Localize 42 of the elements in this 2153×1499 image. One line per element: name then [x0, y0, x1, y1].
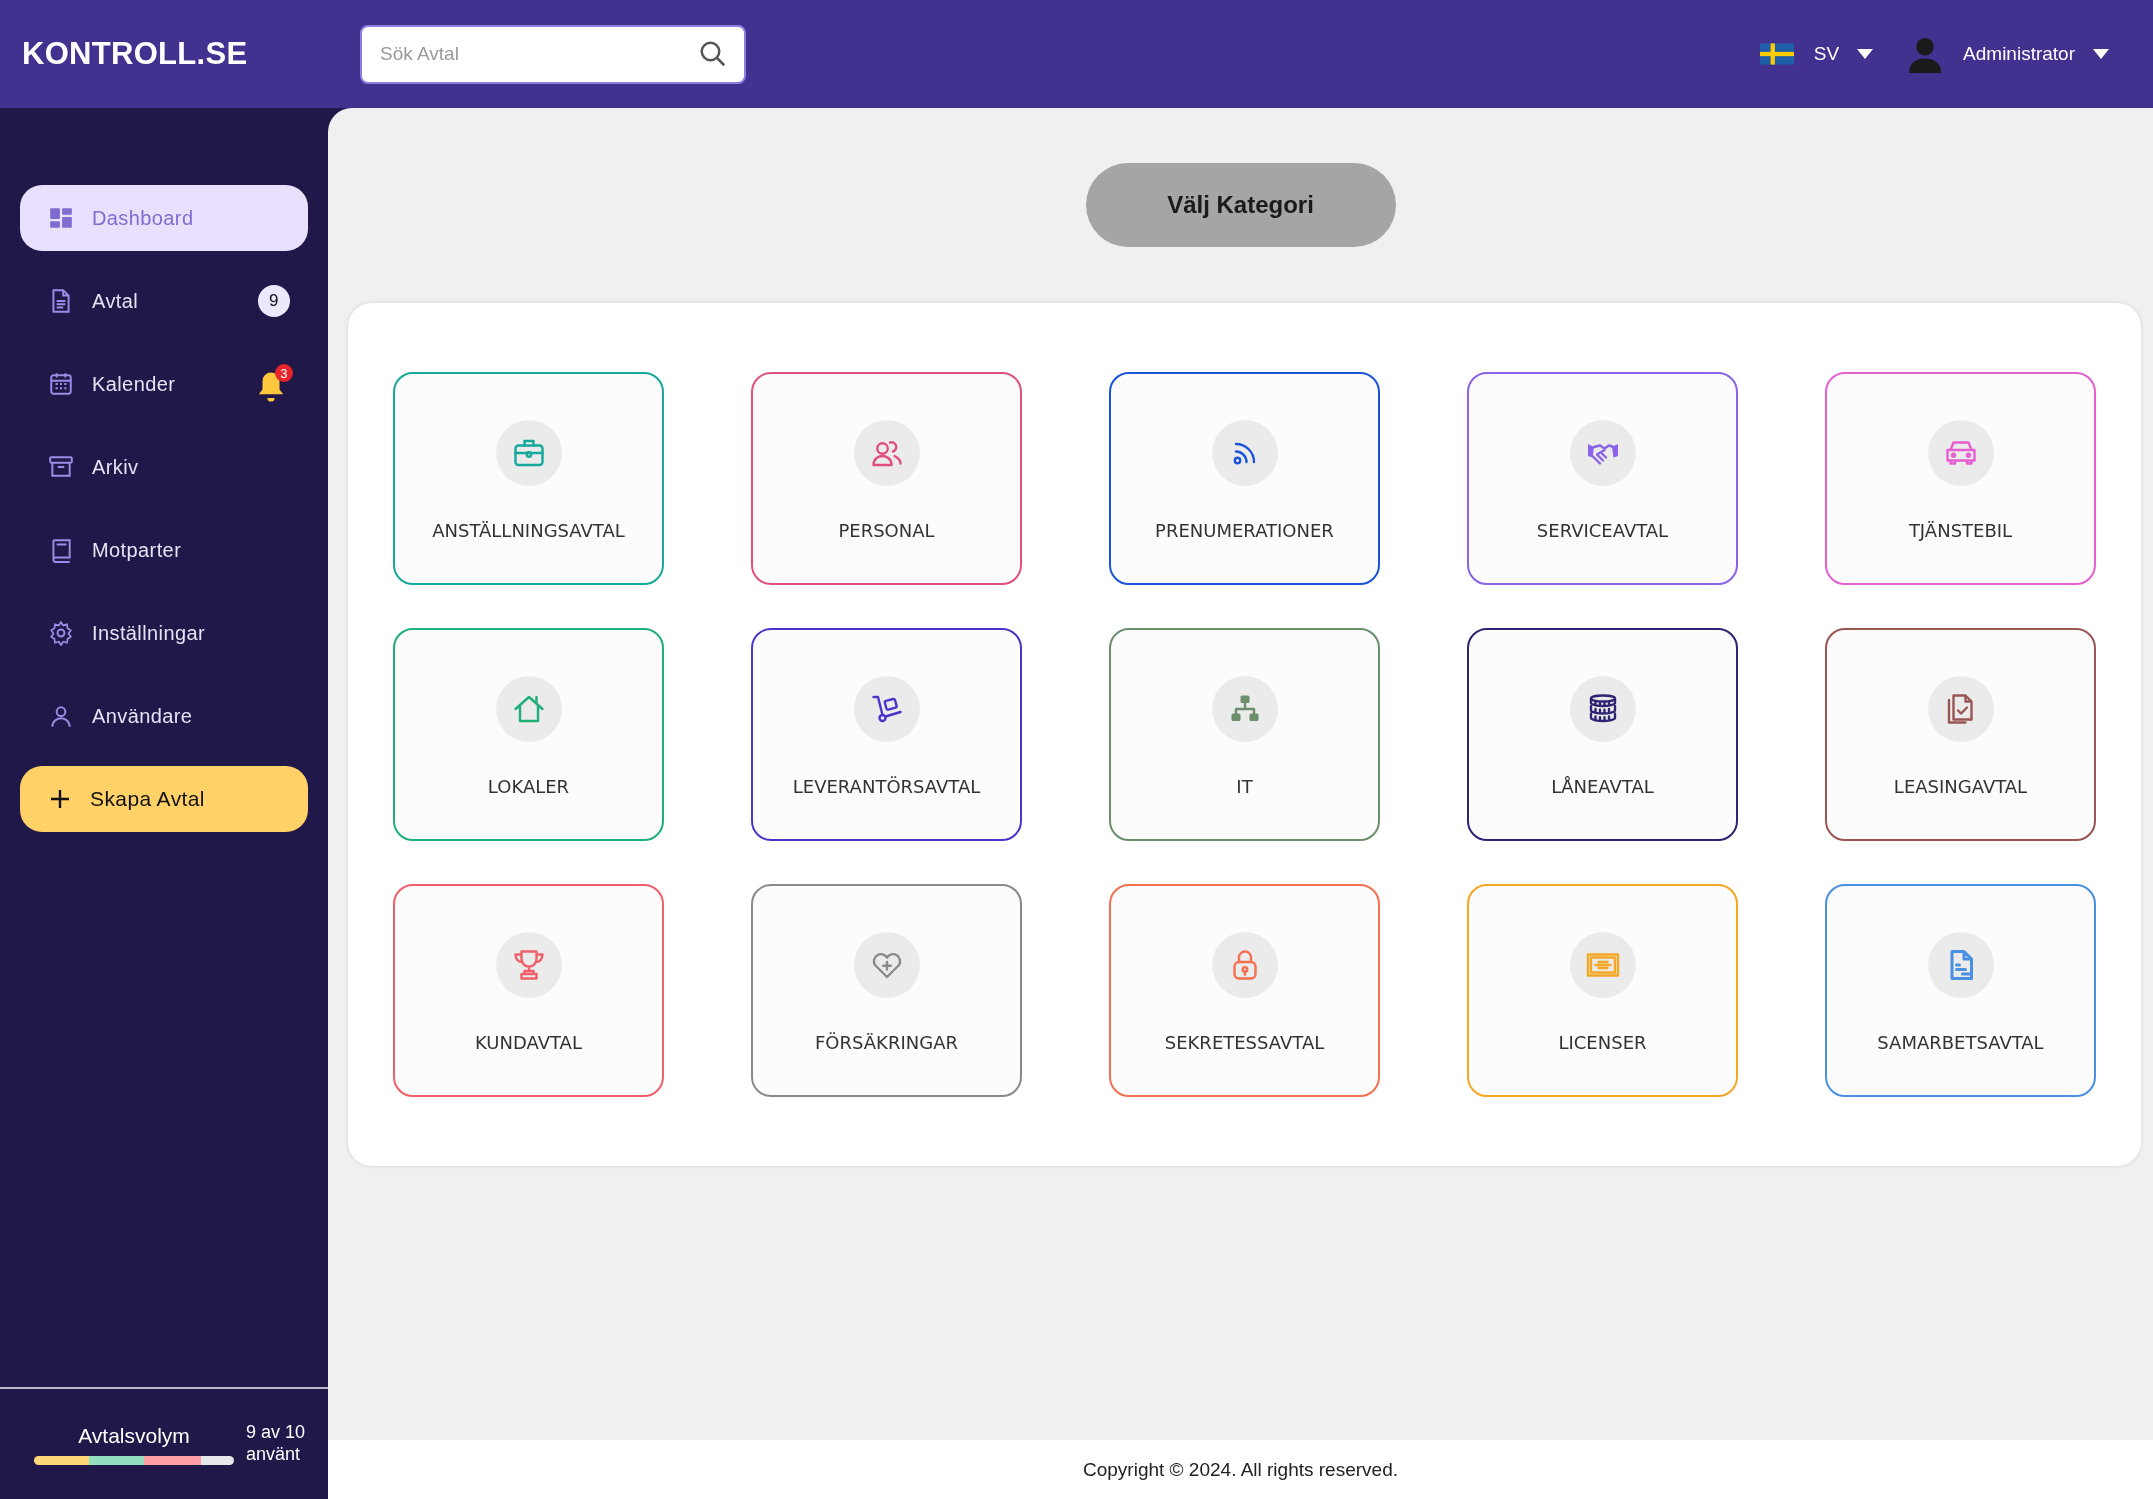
- category-card[interactable]: SAMARBETSAVTAL: [1825, 884, 2096, 1097]
- dashboard-icon: [48, 205, 74, 231]
- caret-icon[interactable]: [1857, 49, 1874, 59]
- create-button[interactable]: Skapa Avtal: [20, 766, 308, 832]
- category-card[interactable]: TJÄNSTEBIL: [1825, 372, 2096, 585]
- category-card[interactable]: SEKRETESSAVTAL: [1109, 884, 1380, 1097]
- sidebar-item[interactable]: Avtal 9: [20, 268, 308, 334]
- caret-icon[interactable]: [2093, 49, 2109, 59]
- category-card[interactable]: PERSONAL: [751, 372, 1022, 585]
- category-card[interactable]: LICENSER: [1467, 884, 1738, 1097]
- category-card[interactable]: LEVERANTÖRSAVTAL: [751, 628, 1022, 841]
- calendar-icon: [48, 371, 74, 397]
- copyright-text: Copyright © 2024. All rights reserved.: [328, 1440, 2153, 1499]
- logo: KONTROLL.SE: [22, 36, 249, 72]
- usage-label: Avtalsvolym: [77, 1423, 191, 1448]
- sidebar-item[interactable]: Arkiv: [20, 434, 308, 500]
- category-card[interactable]: ANSTÄLLNINGSAVTAL: [393, 372, 664, 585]
- plus-icon: [50, 789, 70, 809]
- category-card[interactable]: LÅNEAVTAL: [1467, 628, 1738, 841]
- category-card[interactable]: FÖRSÄKRINGAR: [751, 884, 1022, 1097]
- settings-icon: [48, 620, 74, 646]
- category-card[interactable]: IT: [1109, 628, 1380, 841]
- category-card[interactable]: LEASINGAVTAL: [1825, 628, 2096, 841]
- usage-reading: 9 av 10 använt: [246, 1422, 306, 1466]
- bell-icon[interactable]: [256, 370, 286, 404]
- sidebar-item[interactable]: Inställningar: [20, 600, 308, 666]
- user-icon: [48, 703, 74, 729]
- category-card[interactable]: KUNDAVTAL: [393, 884, 664, 1097]
- notification-badge: 3: [275, 364, 293, 382]
- category-button[interactable]: Välj Kategori: [1085, 163, 1396, 247]
- count-badge: 9: [258, 285, 290, 317]
- archive-icon: [48, 454, 74, 480]
- sidebar-item[interactable]: Användare: [20, 683, 308, 749]
- category-card[interactable]: PRENUMERATIONER: [1109, 372, 1380, 585]
- category-card[interactable]: SERVICEAVTAL: [1467, 372, 1738, 585]
- language-selector[interactable]: SV: [1813, 43, 1840, 65]
- sidebar-item[interactable]: Motparter: [20, 517, 308, 583]
- sidebar-item[interactable]: Kalender 3: [20, 351, 308, 417]
- category-card[interactable]: LOKALER: [393, 628, 664, 841]
- flag-icon: [1759, 43, 1794, 65]
- search-field[interactable]: Sök Avtal: [360, 24, 746, 84]
- user-name[interactable]: Administrator: [1963, 43, 2075, 65]
